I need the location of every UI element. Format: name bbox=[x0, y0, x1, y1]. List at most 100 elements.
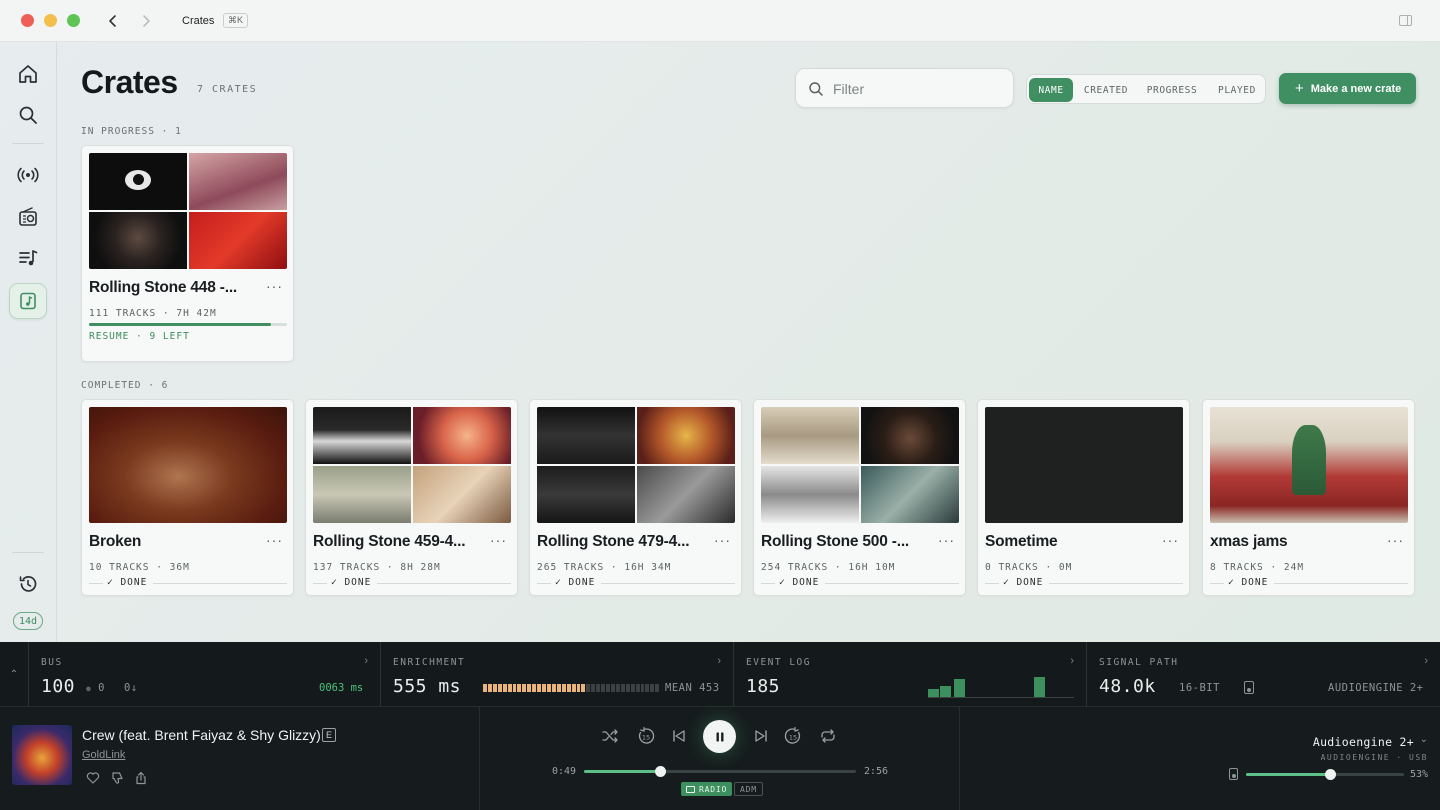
volume-slider[interactable] bbox=[1246, 769, 1404, 780]
meter-segment bbox=[615, 684, 620, 692]
stat-signal-path[interactable]: SIGNAL PATH › 48.0k 16-BIT AUDIOENGINE 2… bbox=[1087, 642, 1440, 707]
filter-box[interactable] bbox=[795, 68, 1014, 108]
crate-card[interactable]: xmas jams ··· 8 TRACKS · 24M ✓ DONE bbox=[1202, 399, 1415, 596]
chevron-right-icon: › bbox=[1424, 655, 1428, 667]
repeat-icon[interactable] bbox=[818, 726, 838, 746]
stat-enrichment-label: ENRICHMENT bbox=[393, 657, 466, 668]
crate-name: Broken bbox=[89, 533, 142, 550]
event-log-sparkline bbox=[928, 674, 1074, 698]
skip-forward-15-icon[interactable]: 15 bbox=[783, 726, 803, 746]
forward-arrow-icon[interactable] bbox=[137, 11, 155, 31]
sidebar: 14d bbox=[0, 42, 57, 642]
sidebar-item-home[interactable] bbox=[9, 56, 47, 92]
thumbs-down-icon[interactable] bbox=[110, 771, 124, 785]
stat-bus-label: BUS bbox=[41, 657, 63, 668]
stats-bar: ⌃ BUS › 100 ● 0 0↓ 0063 ms ENRICHMENT › … bbox=[0, 642, 1440, 707]
event-bar bbox=[928, 688, 939, 697]
sidebar-item-broadcast[interactable] bbox=[9, 157, 47, 193]
share-icon[interactable] bbox=[134, 771, 148, 785]
output-device-name[interactable]: Audioengine 2+ bbox=[1313, 735, 1414, 749]
stat-bus[interactable]: BUS › 100 ● 0 0↓ 0063 ms bbox=[29, 642, 381, 707]
crate-artwork bbox=[985, 407, 1183, 523]
output-device-sub: AUDIOENGINE · USB bbox=[1320, 753, 1428, 762]
sidebar-item-radio[interactable] bbox=[9, 199, 47, 235]
stat-enrichment-value: 555 ms bbox=[393, 676, 462, 697]
filter-input[interactable] bbox=[833, 79, 1003, 99]
pause-button[interactable] bbox=[703, 720, 736, 753]
crate-meta: 10 TRACKS · 36M bbox=[89, 562, 190, 573]
sort-progress-button[interactable]: PROGRESS bbox=[1139, 78, 1205, 102]
sidebar-item-crates[interactable] bbox=[9, 283, 47, 319]
adm-chip[interactable]: ADM bbox=[734, 782, 763, 796]
make-new-crate-label: Make a new crate bbox=[1310, 82, 1402, 95]
zoom-window-button[interactable] bbox=[67, 14, 80, 27]
sidebar-item-search[interactable] bbox=[9, 97, 47, 133]
stat-enrichment-mean: MEAN 453 bbox=[665, 682, 720, 694]
crate-more-options-icon[interactable]: ··· bbox=[938, 532, 955, 548]
track-artist-link[interactable]: GoldLink bbox=[82, 749, 125, 761]
crate-card[interactable]: Rolling Stone 500 -... ··· 254 TRACKS · … bbox=[753, 399, 966, 596]
crate-more-options-icon[interactable]: ··· bbox=[1387, 532, 1404, 548]
meter-segment bbox=[492, 684, 497, 692]
make-new-crate-button[interactable]: + Make a new crate bbox=[1279, 73, 1416, 104]
radio-icon bbox=[686, 785, 695, 793]
now-playing-bar: Crew (feat. Brent Faiyaz & Shy Glizzy) E… bbox=[0, 707, 1440, 810]
crate-card[interactable]: Sometime ··· 0 TRACKS · 0M ✓ DONE bbox=[977, 399, 1190, 596]
now-playing-cover[interactable] bbox=[12, 725, 72, 785]
seek-handle[interactable] bbox=[655, 766, 667, 777]
previous-track-icon[interactable] bbox=[669, 726, 689, 746]
crate-resume-link[interactable]: RESUME · 9 LEFT bbox=[89, 331, 190, 342]
meter-segment bbox=[630, 684, 635, 692]
track-title[interactable]: Crew (feat. Brent Faiyaz & Shy Glizzy) bbox=[82, 727, 321, 743]
meter-segment bbox=[581, 684, 586, 692]
home-icon bbox=[19, 65, 37, 83]
elapsed-time: 0:49 bbox=[552, 766, 577, 777]
chevron-right-icon: › bbox=[1070, 655, 1074, 667]
meter-segment bbox=[625, 684, 630, 692]
skip-back-15-icon[interactable]: 15 bbox=[636, 726, 656, 746]
sidebar-toggle-icon[interactable] bbox=[1399, 15, 1412, 26]
crate-card[interactable]: Rolling Stone 479-4... ··· 265 TRACKS · … bbox=[529, 399, 742, 596]
history-range-badge[interactable]: 14d bbox=[13, 612, 43, 630]
crate-more-options-icon[interactable]: ··· bbox=[1162, 532, 1179, 548]
chevron-down-icon[interactable]: ⌄ bbox=[1420, 734, 1428, 745]
next-track-icon[interactable] bbox=[751, 726, 771, 746]
volume-handle[interactable] bbox=[1324, 769, 1336, 780]
meter-segment bbox=[497, 684, 502, 692]
radio-chip[interactable]: RADIO bbox=[681, 782, 733, 796]
back-arrow-icon[interactable] bbox=[104, 11, 122, 31]
crate-card[interactable]: Broken ··· 10 TRACKS · 36M ✓ DONE bbox=[81, 399, 294, 596]
stat-enrichment[interactable]: ENRICHMENT › 555 ms MEAN 453 bbox=[381, 642, 734, 707]
meter-segment bbox=[640, 684, 645, 692]
crate-meta: 111 TRACKS · 7H 42M bbox=[89, 308, 217, 319]
heart-icon[interactable] bbox=[86, 771, 100, 785]
crate-more-options-icon[interactable]: ··· bbox=[714, 532, 731, 548]
sidebar-item-history[interactable] bbox=[9, 566, 47, 602]
stat-event-log[interactable]: EVENT LOG › 185 bbox=[734, 642, 1087, 707]
crate-more-options-icon[interactable]: ··· bbox=[490, 532, 507, 548]
sort-name-button[interactable]: NAME bbox=[1029, 78, 1073, 102]
crate-more-options-icon[interactable]: ··· bbox=[266, 278, 283, 294]
crate-card[interactable]: Rolling Stone 459-4... ··· 137 TRACKS · … bbox=[305, 399, 518, 596]
meter-segment bbox=[645, 684, 650, 692]
enrichment-meter bbox=[483, 684, 660, 692]
title-bar: Crates ⌘K bbox=[0, 0, 1440, 42]
collapse-stats-chevron-icon[interactable]: ⌃ bbox=[0, 642, 29, 707]
crate-count: 7 CRATES bbox=[197, 84, 258, 95]
close-window-button[interactable] bbox=[21, 14, 34, 27]
crate-more-options-icon[interactable]: ··· bbox=[266, 532, 283, 548]
crate-name: Rolling Stone 459-4... bbox=[313, 533, 466, 550]
seek-bar[interactable] bbox=[584, 766, 856, 777]
stat-bit-depth: 16-BIT bbox=[1179, 682, 1220, 694]
shuffle-icon[interactable] bbox=[600, 726, 620, 746]
crate-card[interactable]: Rolling Stone 448 -... ··· 111 TRACKS · … bbox=[81, 145, 294, 362]
crate-meta: 0 TRACKS · 0M bbox=[985, 562, 1073, 573]
minimize-window-button[interactable] bbox=[44, 14, 57, 27]
sidebar-item-playlists[interactable] bbox=[9, 240, 47, 276]
stat-event-log-label: EVENT LOG bbox=[746, 657, 811, 668]
command-shortcut-badge[interactable]: ⌘K bbox=[223, 13, 249, 28]
sort-played-button[interactable]: PLAYED bbox=[1209, 78, 1265, 102]
sort-created-button[interactable]: CREATED bbox=[1077, 78, 1135, 102]
svg-text:15: 15 bbox=[789, 734, 797, 742]
crate-progress-bar bbox=[89, 323, 287, 326]
